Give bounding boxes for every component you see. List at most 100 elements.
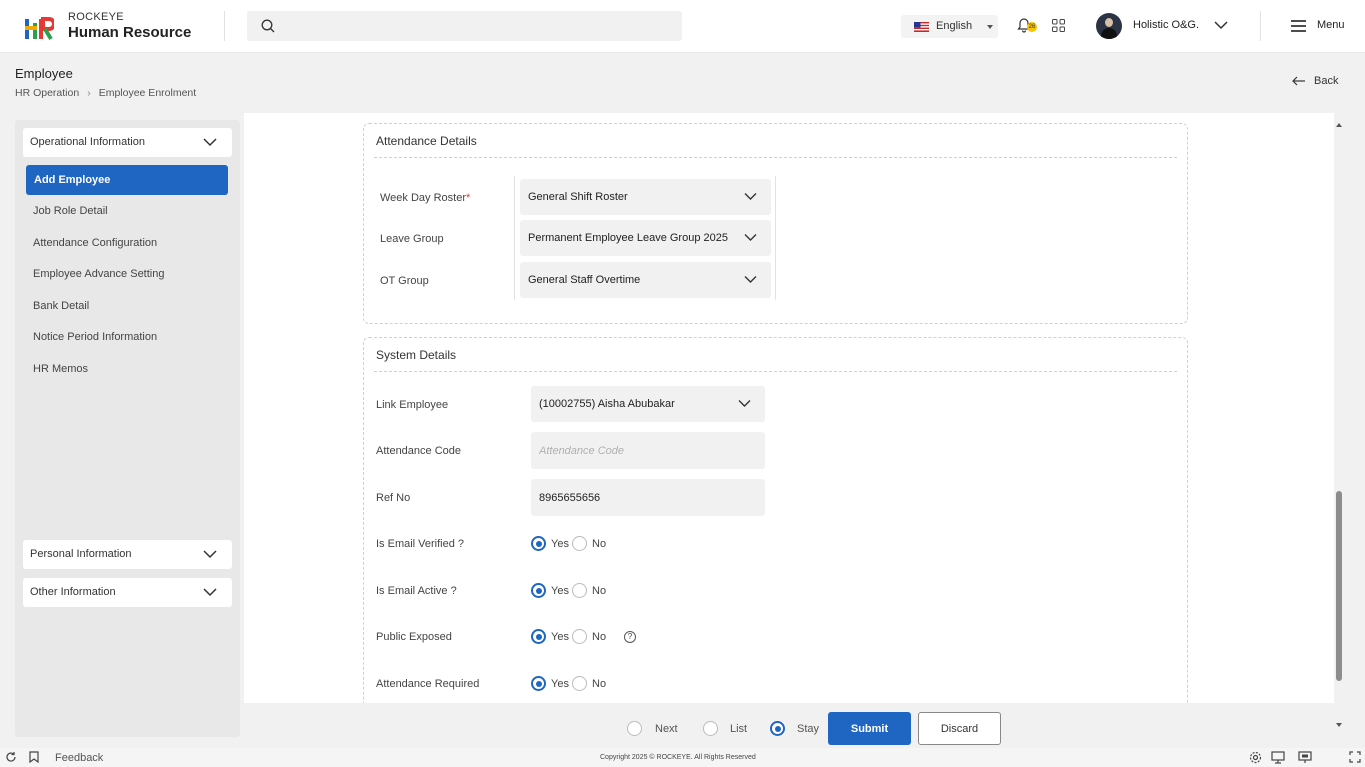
radio-label: List [730, 723, 748, 735]
chevron-down-icon [203, 550, 217, 559]
radio-label: No [592, 678, 607, 690]
chevron-down-icon [203, 588, 217, 597]
back-label: Back [1314, 75, 1339, 87]
select-value: Permanent Employee Leave Group 2025 [528, 232, 728, 244]
accordion-personal-information[interactable]: Personal Information [23, 540, 232, 569]
chevron-down-icon [744, 234, 757, 241]
bookmark-icon[interactable] [29, 751, 39, 763]
field-label: Leave Group [380, 233, 444, 245]
page-title: Employee [15, 66, 73, 81]
help-icon[interactable]: ? [624, 631, 636, 643]
field-label: Attendance Required [376, 678, 480, 690]
divider [224, 11, 225, 41]
sidebar-item-add-employee[interactable]: Add Employee [26, 165, 228, 195]
ot-group-select[interactable]: General Staff Overtime [520, 262, 771, 298]
email-verified-no-radio[interactable] [572, 536, 587, 551]
sidebar-item-bank-detail[interactable]: Bank Detail [33, 300, 89, 312]
scroll-up-icon[interactable] [1336, 123, 1342, 127]
email-active-yes-radio[interactable] [531, 583, 546, 598]
accordion-label: Personal Information [30, 548, 132, 560]
radio-label: Yes [551, 585, 569, 597]
field-label: Attendance Code [376, 445, 462, 457]
radio-label: Stay [797, 723, 820, 735]
feedback-link[interactable]: Feedback [55, 752, 103, 764]
breadcrumb-item: Employee Enrolment [98, 87, 197, 99]
avatar[interactable] [1096, 13, 1122, 39]
section-title: System Details [376, 348, 457, 362]
field-label: Public Exposed [376, 631, 452, 643]
divider [374, 371, 1177, 372]
field-label: Is Email Active ? [376, 585, 457, 597]
field-label: OT Group [380, 275, 429, 287]
divider [775, 176, 776, 300]
divider [374, 157, 1177, 158]
stay-radio[interactable] [770, 721, 785, 736]
attendance-required-no-radio[interactable] [572, 676, 587, 691]
accordion-other-information[interactable]: Other Information [23, 578, 232, 607]
sidebar-item-job-role-detail[interactable]: Job Role Detail [33, 205, 108, 217]
radio-label: Yes [551, 631, 569, 643]
menu-button[interactable]: Menu [1317, 19, 1345, 31]
language-select[interactable]: English [901, 15, 998, 38]
monitor-icon[interactable] [1271, 751, 1285, 764]
link-employee-select[interactable]: (10002755) Aisha Abubakar [531, 386, 765, 422]
chevron-down-icon [203, 138, 217, 147]
sidebar-item-notice-period-information[interactable]: Notice Period Information [33, 331, 157, 343]
apps-grid-icon[interactable] [1052, 19, 1065, 32]
section-title: Attendance Details [376, 134, 477, 148]
user-name[interactable]: Holistic O&G. [1133, 19, 1199, 31]
breadcrumb-separator: › [87, 87, 91, 99]
settings-gear-icon[interactable] [1249, 751, 1262, 764]
week-day-roster-select[interactable]: General Shift Roster [520, 179, 771, 215]
sidebar: Operational Information Add Employee Job… [15, 120, 240, 737]
select-value: General Shift Roster [528, 191, 628, 203]
back-button[interactable]: Back [1292, 75, 1338, 87]
submit-button[interactable]: Submit [828, 712, 911, 745]
scrollbar[interactable] [1334, 113, 1344, 738]
chevron-down-icon[interactable] [1214, 20, 1228, 30]
radio-label: No [592, 631, 607, 643]
footer: Feedback Copyright 2025 © ROCKEYE. All R… [0, 748, 1365, 767]
accordion-label: Other Information [30, 586, 116, 598]
language-label: English [936, 20, 973, 32]
brand-top: ROCKEYE [68, 11, 124, 23]
search-input[interactable] [247, 11, 682, 41]
scroll-down-icon[interactable] [1336, 723, 1342, 727]
fullscreen-icon[interactable] [1349, 751, 1361, 763]
radio-label: Yes [551, 678, 569, 690]
ref-no-input[interactable] [531, 479, 765, 516]
radio-label: Yes [551, 538, 569, 550]
attendance-code-input[interactable] [531, 432, 765, 469]
attendance-required-yes-radio[interactable] [531, 676, 546, 691]
display-settings-icon[interactable] [1298, 751, 1312, 764]
divider [1260, 11, 1261, 41]
accordion-operational-information[interactable]: Operational Information [23, 128, 232, 157]
refresh-icon[interactable] [5, 751, 17, 763]
sidebar-item-attendance-configuration[interactable]: Attendance Configuration [33, 237, 157, 249]
leave-group-select[interactable]: Permanent Employee Leave Group 2025 [520, 220, 771, 256]
public-exposed-yes-radio[interactable] [531, 629, 546, 644]
public-exposed-no-radio[interactable] [572, 629, 587, 644]
chevron-down-icon [738, 400, 751, 407]
copyright-text: Copyright 2025 © ROCKEYE. All Rights Res… [600, 754, 756, 761]
list-radio[interactable] [703, 721, 718, 736]
discard-button[interactable]: Discard [918, 712, 1001, 745]
arrow-left-icon [1292, 76, 1305, 86]
sidebar-item-employee-advance-setting[interactable]: Employee Advance Setting [33, 268, 164, 280]
breadcrumb-item[interactable]: HR Operation [15, 87, 79, 99]
chevron-down-icon [744, 276, 757, 283]
sidebar-item-hr-memos[interactable]: HR Memos [33, 363, 88, 375]
email-verified-yes-radio[interactable] [531, 536, 546, 551]
radio-label: No [592, 538, 607, 550]
email-active-no-radio[interactable] [572, 583, 587, 598]
scrollbar-thumb[interactable] [1336, 491, 1342, 681]
brand-main: Human Resource [68, 24, 192, 41]
radio-label: No [592, 585, 607, 597]
hamburger-menu-icon[interactable] [1290, 19, 1307, 33]
top-bar: ROCKEYE Human Resource English 26 Holist… [0, 0, 1365, 53]
us-flag-icon [914, 22, 929, 32]
attendance-details-panel: Attendance Details Week Day Roster* Gene… [363, 123, 1188, 324]
next-radio[interactable] [627, 721, 642, 736]
notification-badge: 26 [1027, 22, 1037, 32]
form-area: Attendance Details Week Day Roster* Gene… [244, 113, 1334, 703]
